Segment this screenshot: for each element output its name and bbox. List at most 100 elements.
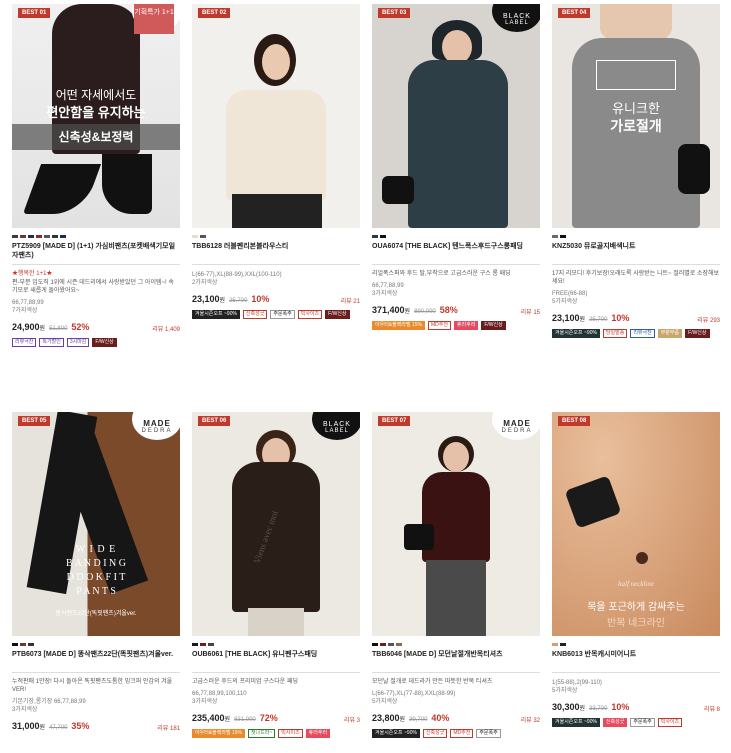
product-card[interactable]: Viens avec moi BEST 06 BLACK LABEL OUB606… [192,412,360,738]
discount-rate: 40% [431,713,450,723]
color-swatches [552,643,720,646]
discount-rate: 35% [71,721,90,731]
original-price: 33,700 [589,706,608,712]
divider [552,264,720,265]
product-card[interactable]: BEST 01 MADEDEDRA 기획특가 1+1 어떤 자세에서도 편안함을… [12,4,180,347]
tag: MD추천 [427,321,451,330]
product-name[interactable]: TBB6046 [MADE D] 모던날절개반목티셔츠 [372,650,540,668]
sale-price: 23,100 [192,294,220,304]
color-swatches [192,235,360,238]
tag-list: 겨울시즌오프 ~90% 신축성굿 주문폭주 빅사이즈 [552,718,720,727]
product-name[interactable]: KNZ5030 뮤로골지배색니트 [552,242,720,260]
overlay-text: 목을 포근하게 감싸주는 [587,602,685,613]
original-price: 831,000 [234,717,256,723]
product-highlight: ★행복한 1+1★ [12,271,53,277]
sale-price: 23,800 [372,713,400,723]
product-image[interactable]: BEST 03 BLACK LABEL [372,4,540,228]
review-count[interactable]: 리뷰 21 [341,296,360,305]
product-color-count: 5가지색상 [372,699,398,705]
product-sizes: 66,77,88,99 [372,283,404,289]
tag: 리뷰극찬 [12,338,37,347]
tag: 아우터&블랙라벨 15% [192,729,245,738]
black-label-logo: BLACK LABEL [312,412,360,440]
discount-rate: 10% [611,702,630,712]
product-card[interactable]: BEST 07 MADE DEDRA TBB6046 [MADE D] 모던날절개… [372,412,540,738]
tag-list: 겨울시즌오프 ~90% 신축성굿 주문폭주 빅사이즈 F/W신상 [192,310,360,319]
currency: 원 [579,317,586,323]
product-name[interactable]: PTZ5909 [MADE D] (1+1) 가심비팬츠(포켓배색기모일자팬츠) [12,242,180,260]
product-color-count: 5가지색상 [552,688,578,694]
product-card[interactable]: BEST 08 half neckline 목을 포근하게 감싸주는 반목 네크… [552,412,720,727]
review-count[interactable]: 리뷰 293 [697,315,720,324]
review-count[interactable]: 리뷰 32 [521,715,540,724]
product-color-count: 7가지색상 [12,308,38,314]
tag: F/W신상 [481,321,506,330]
tag-list: 리뷰극찬 특가할인 3시마감 F/W신상 [12,338,180,347]
product-description: 리얼폭스퍼와 후드 탈,부착으로 고급스러운 구스 롱 패딩 [372,271,511,277]
product-color-count: 3가지색상 [12,707,38,713]
discount-rate: 58% [439,305,458,315]
tag: 주문폭주 [630,718,655,727]
divider [192,264,360,265]
product-description: 모던날 절개로 데드라가 만든 따뜻한 반목 티셔츠 [372,679,493,685]
review-count[interactable]: 리뷰 8 [704,704,720,713]
black-label-logo: BLACK LABEL [492,4,540,32]
product-image[interactable]: BEST 08 half neckline 목을 포근하게 감싸주는 반목 네크… [552,412,720,636]
tag: F/W신상 [92,338,117,347]
review-count[interactable]: 리뷰 15 [521,307,540,316]
review-count[interactable]: 리뷰 1,409 [152,324,180,333]
product-image[interactable]: BEST 07 MADE DEDRA [372,412,540,636]
product-image[interactable]: Viens avec moi BEST 06 BLACK LABEL [192,412,360,636]
tag: 특가할인 [39,338,64,347]
divider [552,672,720,673]
divider [192,672,360,673]
product-sizes: FREE(66-88) [552,291,588,297]
product-image[interactable]: BEST 01 MADEDEDRA 기획특가 1+1 어떤 자세에서도 편안함을… [12,4,180,228]
discount-rate: 10% [611,313,630,323]
currency: 원 [579,706,586,712]
divider [372,672,540,673]
price-row: 23,100 원 25,700 10% 리뷰 21 [192,294,360,305]
overlay-text: 어떤 자세에서도 [55,88,137,102]
overlay-text: B A N D I N G [65,558,126,569]
best-badge: BEST 02 [198,8,231,18]
tag: 3시마감 [66,338,90,347]
review-count[interactable]: 리뷰 3 [344,715,360,724]
product-card[interactable]: BEST 02 TBB6128 러블펜리본블라우스티 L(66-77),XL(8… [192,4,360,319]
tag: 첫나드라~ [247,729,276,738]
product-description: 고급스러운 후드의 프리미엄 구스다운 패딩 [192,679,299,685]
product-sizes: 기본기장,롱기장 66,77,88,99 [12,699,86,705]
product-sizes: 66,77,88,99,100,110 [192,691,247,697]
review-count[interactable]: 리뷰 181 [157,723,180,732]
original-price: 47,700 [49,725,68,731]
tag-list: 아우터&블랙라벨 15% 첫나드라~ 빅사이즈 휴러후러 [192,729,360,738]
overlay-text: 신축성&보정력 [12,124,180,150]
overlay-text: W I D E [75,544,117,555]
tag: 겨울시즌오프 ~90% [552,718,600,727]
product-image[interactable]: BEST 02 [192,4,360,228]
product-name[interactable]: KNB6013 반목캐시미어니트 [552,650,720,668]
product-image[interactable]: BEST 05 MADE DEDRA W I D E B A N D I N G … [12,412,180,636]
product-image[interactable]: BEST 04 유니크한 가로절개 [552,4,720,228]
product-name[interactable]: PTB6073 [MADE D] 똥삭팬츠22단(똑핏팬츠)겨울ver. [12,650,180,668]
tag: 겨울시즌오프 ~90% [372,729,420,738]
product-card[interactable]: BEST 04 유니크한 가로절개 KNZ5030 뮤로골지배색니트 17지 리… [552,4,720,338]
tag: 리뷰극찬 [630,329,655,338]
product-name[interactable]: OUA6074 [THE BLACK] 텐느폭스후드구스롱패딩 [372,242,540,260]
currency: 원 [224,717,231,723]
discount-rate: 52% [71,322,90,332]
tag: F/W신상 [325,310,350,319]
original-price: 890,000 [414,309,436,315]
product-description: 편-부분 입도직 1위에 시즌 데드리에서 사랑받았던 그 아이템~! 속 기모… [12,280,174,294]
overlay-text: D D O K F I T [66,572,126,583]
tag: 겨울시즌오프 ~90% [552,329,600,338]
product-color-count: 3가지색상 [192,699,218,705]
product-name[interactable]: OUB6061 [THE BLACK] 유니펜구스패딩 [192,650,360,668]
price-row: 31,000 원 47,700 35% 리뷰 181 [12,721,180,732]
product-card[interactable]: BEST 05 MADE DEDRA W I D E B A N D I N G … [12,412,180,732]
best-badge: BEST 06 [198,416,231,426]
product-name[interactable]: TBB6128 러블펜리본블라우스티 [192,242,360,260]
product-card[interactable]: BEST 03 BLACK LABEL OUA6074 [THE BLACK] 텐… [372,4,540,330]
tag: 신축성굿 [422,729,448,738]
overlay-text: 가로절개 [610,118,662,134]
